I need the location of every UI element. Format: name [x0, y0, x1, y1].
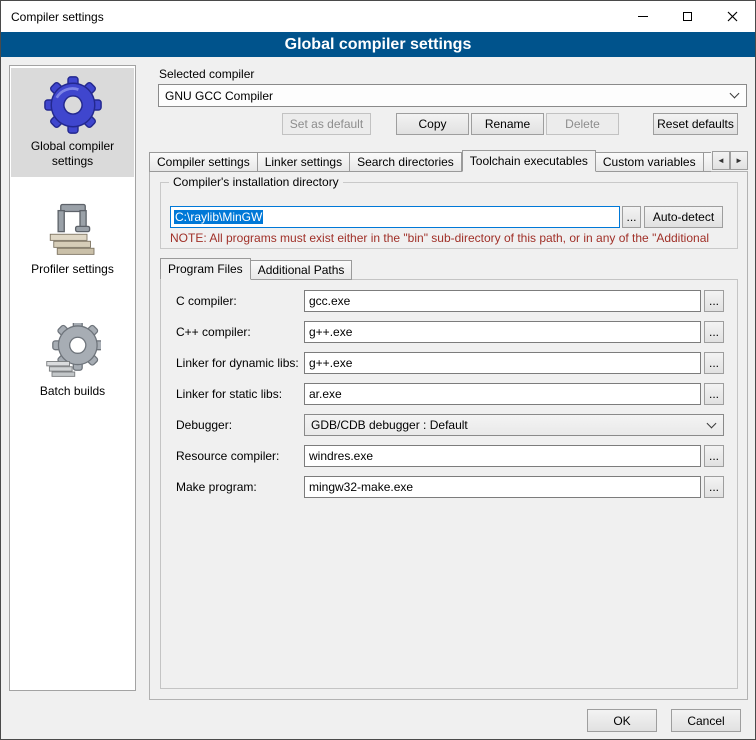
delete-button: Delete — [546, 113, 619, 135]
program-files-tabstrip: Program Files Additional Paths — [160, 258, 560, 280]
chevron-down-icon — [730, 89, 740, 99]
install-dir-value: C:\raylib\MinGW — [174, 210, 263, 224]
subtab-additional-paths[interactable]: Additional Paths — [251, 260, 353, 280]
profiler-icon — [45, 201, 101, 257]
make-program-browse-button[interactable]: ... — [704, 476, 724, 498]
sidebar-item-profiler-settings[interactable]: Profiler settings — [11, 193, 134, 285]
ok-button[interactable]: OK — [587, 709, 657, 732]
gray-gear-icon — [45, 323, 101, 379]
static-libs-linker-input[interactable] — [304, 383, 701, 405]
reset-defaults-button[interactable]: Reset defaults — [653, 113, 738, 135]
chevron-down-icon — [707, 418, 717, 428]
selected-compiler-dropdown[interactable]: GNU GCC Compiler — [158, 84, 747, 107]
tab-scroll-left-button[interactable]: ◄ — [712, 151, 730, 170]
window-controls — [620, 1, 755, 32]
resource-compiler-input[interactable] — [304, 445, 701, 467]
minimize-icon — [638, 16, 648, 17]
rename-button[interactable]: Rename — [471, 113, 544, 135]
tab-scroll-right-button[interactable]: ► — [730, 151, 748, 170]
dynamic-libs-linker-label: Linker for dynamic libs: — [176, 356, 299, 370]
tab-search-directories[interactable]: Search directories — [350, 152, 462, 172]
install-dir-input[interactable]: C:\raylib\MinGW — [170, 206, 620, 228]
note-text: NOTE: All programs must exist either in … — [170, 231, 737, 245]
dynamic-libs-linker-browse-button[interactable]: ... — [704, 352, 724, 374]
tab-toolchain-executables[interactable]: Toolchain executables — [462, 150, 596, 172]
resource-compiler-label: Resource compiler: — [176, 449, 279, 463]
cpp-compiler-input[interactable] — [304, 321, 701, 343]
sidebar-item-label: Profiler settings — [13, 262, 132, 277]
install-dir-browse-button[interactable]: ... — [622, 206, 641, 228]
sidebar-item-label: Global compiler settings — [13, 139, 132, 169]
maximize-icon — [683, 12, 692, 21]
debugger-value: GDB/CDB debugger : Default — [311, 418, 708, 432]
debugger-select[interactable]: GDB/CDB debugger : Default — [304, 414, 724, 436]
selected-compiler-label: Selected compiler — [159, 67, 254, 81]
tab-custom-variables[interactable]: Custom variables — [596, 152, 704, 172]
c-compiler-browse-button[interactable]: ... — [704, 290, 724, 312]
c-compiler-label: C compiler: — [176, 294, 237, 308]
subtab-program-files[interactable]: Program Files — [160, 258, 251, 280]
window-title: Compiler settings — [11, 10, 104, 24]
static-libs-linker-browse-button[interactable]: ... — [704, 383, 724, 405]
sidebar-item-label: Batch builds — [13, 384, 132, 399]
make-program-label: Make program: — [176, 480, 257, 494]
close-button[interactable] — [710, 1, 755, 32]
maximize-button[interactable] — [665, 1, 710, 32]
arrow-right-icon: ► — [735, 156, 743, 165]
minimize-button[interactable] — [620, 1, 665, 32]
selected-compiler-value: GNU GCC Compiler — [165, 89, 731, 103]
c-compiler-input[interactable] — [304, 290, 701, 312]
dialog-header: Global compiler settings — [1, 32, 755, 57]
settings-category-sidebar: Global compiler settings Profiler settin… — [9, 65, 136, 691]
tab-build-options[interactable]: Buil — [704, 152, 711, 172]
tab-linker-settings[interactable]: Linker settings — [258, 152, 350, 172]
settings-tabstrip: Compiler settings Linker settings Search… — [149, 150, 711, 172]
autodetect-button[interactable]: Auto-detect — [644, 206, 723, 228]
dynamic-libs-linker-input[interactable] — [304, 352, 701, 374]
make-program-input[interactable] — [304, 476, 701, 498]
static-libs-linker-label: Linker for static libs: — [176, 387, 282, 401]
cancel-button[interactable]: Cancel — [671, 709, 741, 732]
cpp-compiler-label: C++ compiler: — [176, 325, 251, 339]
copy-button[interactable]: Copy — [396, 113, 469, 135]
sidebar-item-batch-builds[interactable]: Batch builds — [11, 315, 134, 407]
debugger-label: Debugger: — [176, 418, 232, 432]
set-as-default-button: Set as default — [282, 113, 371, 135]
tab-compiler-settings[interactable]: Compiler settings — [149, 152, 258, 172]
close-icon — [727, 11, 738, 22]
resource-compiler-browse-button[interactable]: ... — [704, 445, 724, 467]
install-dir-group-title: Compiler's installation directory — [169, 175, 343, 189]
title-bar: Compiler settings — [1, 1, 755, 32]
sidebar-item-global-compiler-settings[interactable]: Global compiler settings — [11, 68, 134, 177]
arrow-left-icon: ◄ — [717, 156, 725, 165]
blue-gear-icon — [44, 76, 102, 134]
cpp-compiler-browse-button[interactable]: ... — [704, 321, 724, 343]
compiler-settings-window: Compiler settings Global compiler settin… — [0, 0, 756, 740]
